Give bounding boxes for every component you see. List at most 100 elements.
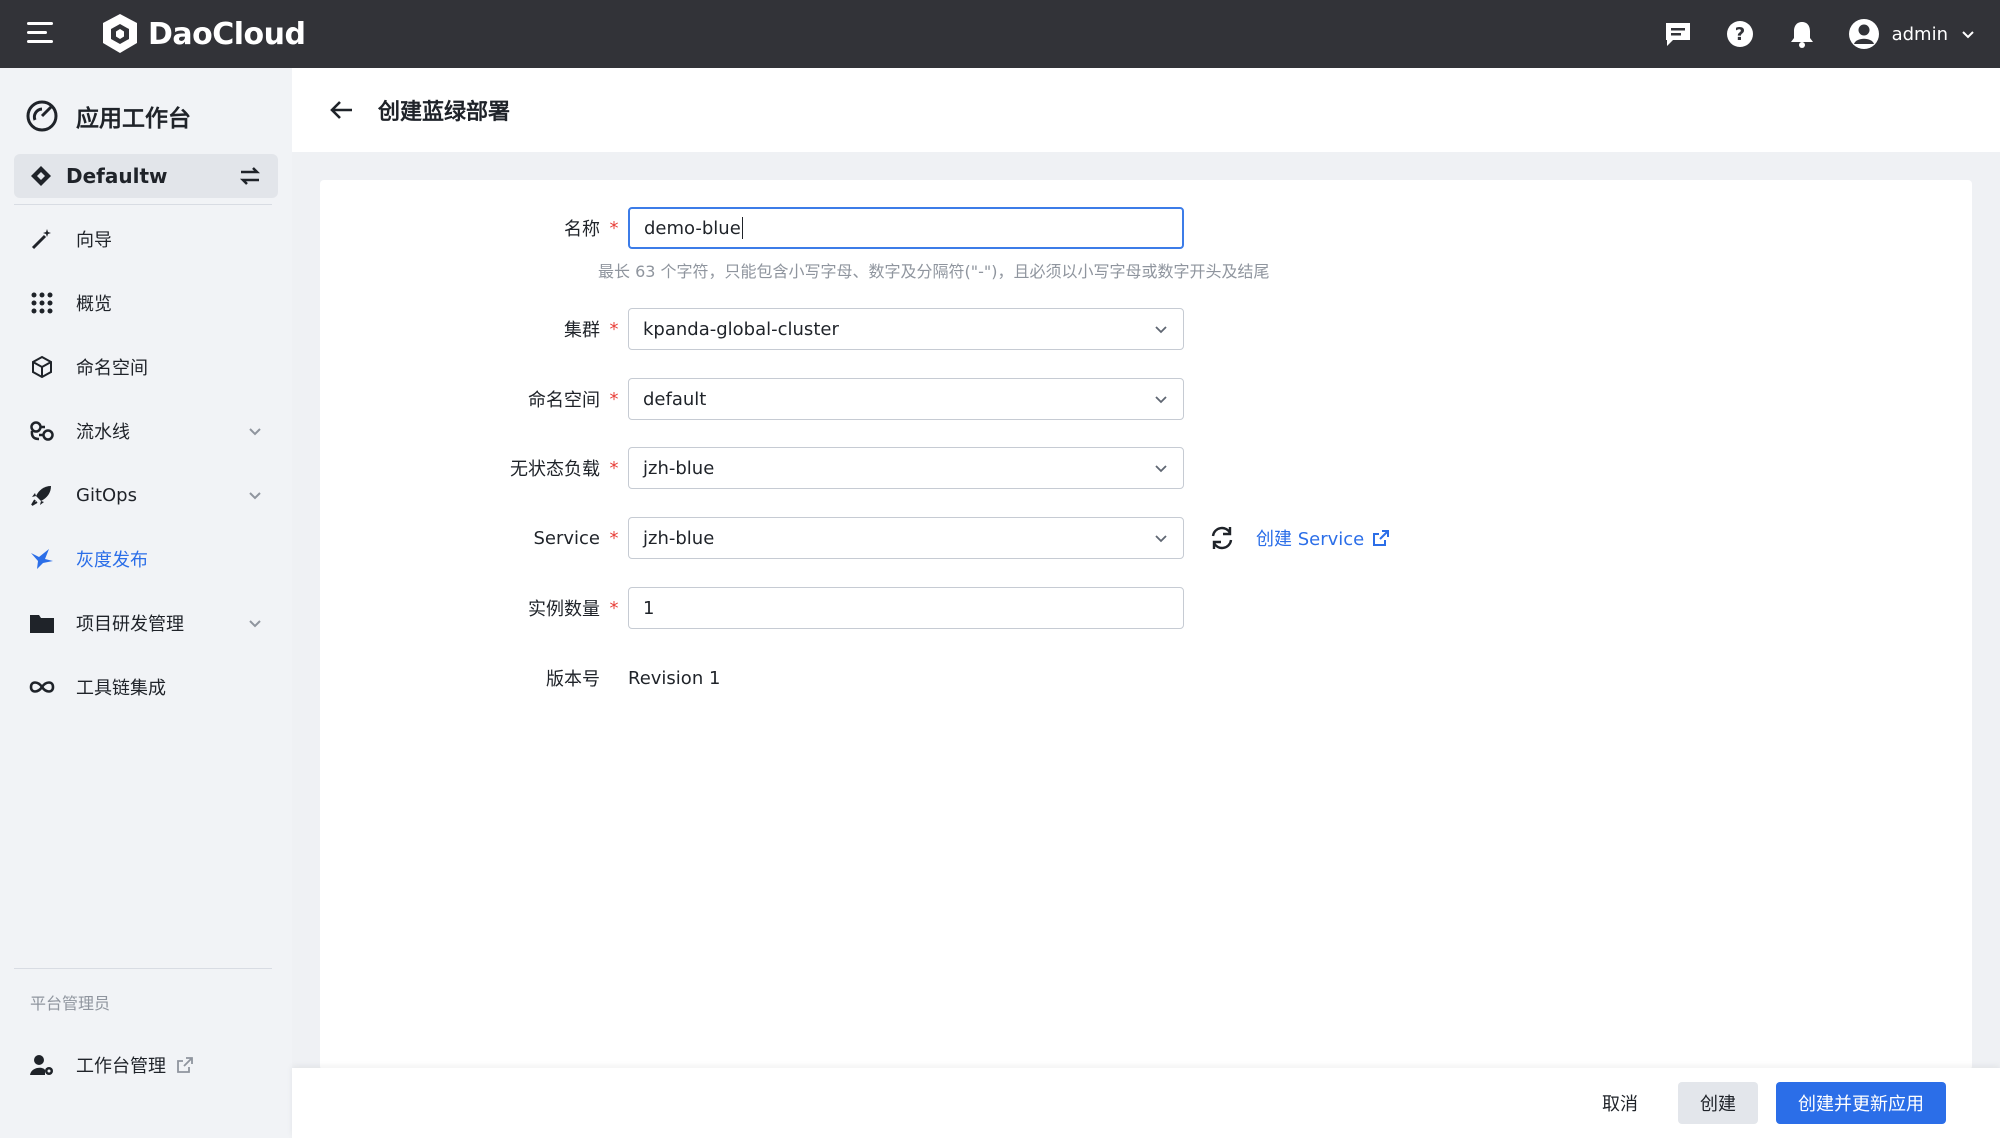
workspace-switcher[interactable]: Defaultw <box>14 154 278 198</box>
sidebar-item-label: 工具链集成 <box>76 678 166 699</box>
form-row-revision: 版本号 Revision 1 <box>320 657 1972 699</box>
sidebar-app-title[interactable]: 应用工作台 <box>24 98 191 134</box>
message-icon[interactable] <box>1662 18 1694 50</box>
user-menu[interactable]: admin <box>1848 18 1976 50</box>
sidebar-item-pipeline[interactable]: 流水线 <box>14 406 278 456</box>
cluster-select-value: kpanda-global-cluster <box>643 318 839 340</box>
replicas-label: 实例数量 <box>528 599 600 620</box>
svg-text:?: ? <box>1734 24 1744 45</box>
sidebar-item-gitops[interactable]: GitOps <box>14 470 278 520</box>
workload-select-value: jzh-blue <box>643 457 715 479</box>
sidebar-item-label: 工作台管理 <box>76 1056 166 1077</box>
required-mark: * <box>609 457 619 479</box>
daocloud-logo-icon <box>103 14 137 53</box>
magic-wand-icon <box>28 225 56 253</box>
revision-label: 版本号 <box>546 669 600 690</box>
notification-bell-icon[interactable] <box>1786 18 1818 50</box>
external-link-icon <box>177 1057 193 1073</box>
logo[interactable]: DaoCloud <box>100 12 306 56</box>
required-mark: * <box>609 597 619 619</box>
form-row-workload: 无状态负载 * jzh-blue <box>320 447 1972 489</box>
brand-name: DaoCloud <box>148 16 306 52</box>
form-row-namespace: 命名空间 * default <box>320 378 1972 420</box>
chevron-down-icon <box>249 428 261 436</box>
create-button[interactable]: 创建 <box>1678 1082 1758 1124</box>
workload-select[interactable]: jzh-blue <box>628 447 1184 489</box>
revision-value: Revision 1 <box>628 667 721 689</box>
chevron-down-icon <box>1155 326 1167 334</box>
external-link-icon <box>1373 530 1390 546</box>
sidebar-item-canary-release[interactable]: 灰度发布 <box>14 534 278 584</box>
sidebar-item-namespace[interactable]: 命名空间 <box>14 342 278 392</box>
chevron-down-icon <box>249 492 261 500</box>
switch-icon[interactable] <box>238 165 262 187</box>
menu-icon[interactable] <box>27 22 53 46</box>
sidebar-item-label: 流水线 <box>76 422 130 443</box>
sidebar-title-label: 应用工作台 <box>76 106 191 132</box>
help-icon[interactable]: ? <box>1724 18 1756 50</box>
text-caret <box>741 217 743 239</box>
required-mark: * <box>609 527 619 549</box>
service-label: Service <box>533 527 600 549</box>
form-card: 名称 * demo-blue 最长 63 个字符，只能包含小写字母、数字及分隔符… <box>320 180 1972 1070</box>
sidebar-item-wizard[interactable]: 向导 <box>14 214 278 264</box>
sidebar: 应用工作台 Defaultw 向导 概览 命名空间 流水线 GitOps 灰度发… <box>0 68 292 1138</box>
required-mark: * <box>609 388 619 410</box>
folder-icon <box>28 609 56 637</box>
namespace-label: 命名空间 <box>528 390 600 411</box>
name-input[interactable]: demo-blue <box>628 207 1184 249</box>
sidebar-item-label: 命名空间 <box>76 358 148 379</box>
service-select-value: jzh-blue <box>643 527 715 549</box>
namespace-select[interactable]: default <box>628 378 1184 420</box>
page-title: 创建蓝绿部署 <box>378 100 511 125</box>
sidebar-item-overview[interactable]: 概览 <box>14 278 278 328</box>
back-arrow-icon[interactable] <box>328 96 356 124</box>
sidebar-section-label: 平台管理员 <box>30 994 111 1013</box>
refresh-icon[interactable] <box>1206 522 1238 554</box>
namespace-select-value: default <box>643 388 707 410</box>
workbench-icon <box>26 100 58 132</box>
avatar-icon <box>1848 19 1879 49</box>
required-mark: * <box>609 217 619 239</box>
chevron-down-icon <box>1962 31 1974 39</box>
sidebar-item-project-dev[interactable]: 项目研发管理 <box>14 598 278 648</box>
name-input-value: demo-blue <box>644 217 741 239</box>
replicas-input-value: 1 <box>643 597 655 619</box>
service-select[interactable]: jzh-blue <box>628 517 1184 559</box>
name-hint: 最长 63 个字符，只能包含小写字母、数字及分隔符("-")，且必须以小写字母或… <box>598 262 1270 281</box>
top-bar: DaoCloud ? admin <box>0 0 2000 68</box>
workspace-name: Defaultw <box>66 164 168 188</box>
form-footer: 取消 创建 创建并更新应用 <box>292 1068 2000 1138</box>
create-and-update-button[interactable]: 创建并更新应用 <box>1776 1082 1946 1124</box>
replicas-input[interactable]: 1 <box>628 587 1184 629</box>
sidebar-item-label: 向导 <box>76 230 112 251</box>
form-row-service: Service * jzh-blue 创建 Service <box>320 517 1972 559</box>
cancel-button[interactable]: 取消 <box>1580 1082 1660 1124</box>
chevron-down-icon <box>1155 465 1167 473</box>
sidebar-divider <box>14 204 272 205</box>
grid-icon <box>28 289 56 317</box>
sidebar-item-toolchain[interactable]: 工具链集成 <box>14 662 278 712</box>
required-mark: * <box>609 318 619 340</box>
rocket-icon <box>28 481 56 509</box>
form-row-cluster: 集群 * kpanda-global-cluster <box>320 308 1972 350</box>
sidebar-item-workbench-admin[interactable]: 工作台管理 <box>14 1040 278 1090</box>
sidebar-divider <box>14 968 272 969</box>
chevron-down-icon <box>249 620 261 628</box>
page-header: 创建蓝绿部署 <box>292 68 2000 152</box>
workspace-icon <box>31 166 51 186</box>
workload-label: 无状态负载 <box>510 459 600 480</box>
sidebar-item-label: 灰度发布 <box>76 550 148 571</box>
bird-icon <box>28 545 56 573</box>
sidebar-item-label: GitOps <box>76 484 137 506</box>
cluster-label: 集群 <box>564 320 600 341</box>
create-service-label: 创建 Service <box>1256 529 1365 550</box>
create-service-link[interactable]: 创建 Service <box>1256 525 1390 551</box>
pipeline-icon <box>28 417 56 445</box>
infinity-icon <box>28 673 56 701</box>
chevron-down-icon <box>1155 396 1167 404</box>
cube-icon <box>28 353 56 381</box>
user-name: admin <box>1891 23 1948 45</box>
cluster-select[interactable]: kpanda-global-cluster <box>628 308 1184 350</box>
user-settings-icon <box>28 1051 56 1079</box>
